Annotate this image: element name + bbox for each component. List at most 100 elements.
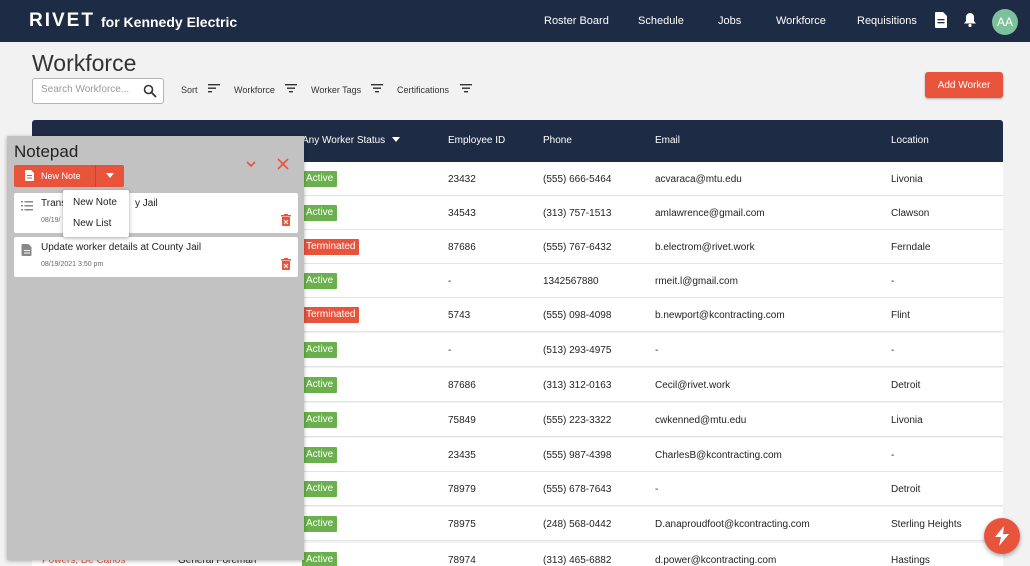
- email: b.electrom@rivet.work: [655, 242, 755, 253]
- employee-id: -: [448, 276, 452, 287]
- employee-id: 23435: [448, 450, 476, 461]
- trash-icon[interactable]: [281, 214, 291, 226]
- email: -: [655, 484, 659, 495]
- location-header[interactable]: Location: [891, 135, 929, 146]
- list-icon: [21, 201, 33, 211]
- brand-subtitle: for Kennedy Electric: [101, 14, 238, 30]
- filter-icon: [460, 84, 472, 93]
- email: b.newport@kcontracting.com: [655, 310, 785, 321]
- location: Detroit: [891, 484, 921, 495]
- filter-icon: [285, 84, 297, 93]
- employee-id-header[interactable]: Employee ID: [448, 135, 505, 146]
- menu-item-new-list[interactable]: New List: [73, 218, 111, 229]
- employee-id: 78979: [448, 484, 476, 495]
- status-badge: Active: [302, 377, 338, 393]
- chevron-down-icon[interactable]: [245, 158, 257, 170]
- location: Livonia: [891, 174, 923, 185]
- note-title-right: y Jail: [135, 198, 158, 209]
- worker-tags-filter[interactable]: Worker Tags: [311, 84, 383, 95]
- employee-id: -: [448, 345, 452, 356]
- email: rmeit.l@gmail.com: [655, 276, 738, 287]
- phone: (555) 666-5464: [543, 174, 612, 185]
- close-icon[interactable]: [277, 158, 289, 170]
- location: Clawson: [891, 208, 930, 219]
- trash-icon[interactable]: [281, 258, 291, 270]
- note-item[interactable]: Update worker details at County Jail 08/…: [14, 237, 298, 277]
- add-worker-button[interactable]: Add Worker: [925, 72, 1003, 98]
- phone-header[interactable]: Phone: [543, 135, 572, 146]
- nav-schedule[interactable]: Schedule: [638, 15, 684, 27]
- status-badge: Active: [302, 552, 338, 566]
- location: Hastings: [891, 555, 930, 566]
- filter-icon: [371, 84, 383, 93]
- document-icon[interactable]: [934, 12, 948, 28]
- search-box[interactable]: [32, 78, 164, 104]
- workforce-filter-label: Workforce: [234, 85, 275, 95]
- phone: 1342567880: [543, 276, 599, 287]
- email: CharlesB@kcontracting.com: [655, 450, 782, 461]
- certifications-label: Certifications: [397, 85, 450, 95]
- email-header[interactable]: Email: [655, 135, 680, 146]
- caret-down-icon: [391, 137, 400, 142]
- phone: (555) 767-6432: [543, 242, 612, 253]
- location: Ferndale: [891, 242, 931, 253]
- email: amlawrence@gmail.com: [655, 208, 765, 219]
- phone: (313) 465-6882: [543, 555, 612, 566]
- phone: (555) 098-4098: [543, 310, 612, 321]
- sort-filter[interactable]: Sort: [181, 84, 220, 95]
- employee-id: 78975: [448, 519, 476, 530]
- employee-id: 87686: [448, 380, 476, 391]
- document-icon: [21, 244, 32, 256]
- phone: (313) 312-0163: [543, 380, 612, 391]
- email: Cecil@rivet.work: [655, 380, 731, 391]
- status-badge: Active: [302, 412, 338, 428]
- nav-roster-board[interactable]: Roster Board: [544, 15, 609, 27]
- new-note-button[interactable]: New Note: [14, 165, 95, 187]
- note-date: 08/19/2021 3:50 pm: [41, 261, 104, 268]
- nav-workforce[interactable]: Workforce: [776, 15, 826, 27]
- notepad-title: Notepad: [14, 142, 79, 161]
- status-badge: Active: [302, 273, 338, 289]
- bell-icon[interactable]: [963, 12, 977, 28]
- lightning-icon: [995, 526, 1009, 546]
- brand-logo[interactable]: RIVET: [29, 10, 95, 32]
- email: d.power@kcontracting.com: [655, 555, 777, 566]
- status-badge: Active: [302, 171, 338, 187]
- status-badge: Active: [302, 481, 338, 497]
- sort-label: Sort: [181, 85, 198, 95]
- note-date: 08/19/: [41, 217, 61, 224]
- phone: (513) 293-4975: [543, 345, 612, 356]
- status-header-label: Any Worker Status: [302, 135, 386, 146]
- phone: (555) 678-7643: [543, 484, 612, 495]
- certifications-filter[interactable]: Certifications: [397, 84, 472, 95]
- employee-id: 23432: [448, 174, 476, 185]
- status-badge: Active: [302, 205, 338, 221]
- email: D.anaproudfoot@kcontracting.com: [655, 519, 810, 530]
- location: -: [891, 276, 895, 287]
- menu-item-new-note[interactable]: New Note: [73, 197, 117, 208]
- new-note-dropdown-button[interactable]: [95, 165, 124, 187]
- employee-id: 34543: [448, 208, 476, 219]
- quick-action-button[interactable]: [984, 518, 1020, 554]
- sort-icon: [208, 84, 220, 93]
- new-note-label: New Note: [41, 171, 81, 181]
- location: -: [891, 450, 895, 461]
- status-badge: Active: [302, 447, 338, 463]
- note-title: Update worker details at County Jail: [41, 242, 202, 253]
- status-badge: Active: [302, 342, 338, 358]
- employee-id: 5743: [448, 310, 471, 321]
- caret-down-icon: [106, 173, 114, 178]
- location: Flint: [891, 310, 910, 321]
- status-badge: Terminated: [302, 307, 360, 323]
- status-column-header[interactable]: Any Worker Status: [302, 135, 400, 146]
- search-icon[interactable]: [143, 84, 157, 98]
- location: Detroit: [891, 380, 921, 391]
- workforce-filter[interactable]: Workforce: [234, 84, 297, 95]
- nav-requisitions[interactable]: Requisitions: [857, 15, 917, 27]
- employee-id: 87686: [448, 242, 476, 253]
- status-badge: Active: [302, 516, 338, 532]
- note-item[interactable]: Trans y Jail 08/19/: [14, 193, 298, 233]
- nav-jobs[interactable]: Jobs: [718, 15, 741, 27]
- search-input[interactable]: [41, 84, 141, 95]
- user-avatar[interactable]: AA: [992, 9, 1018, 35]
